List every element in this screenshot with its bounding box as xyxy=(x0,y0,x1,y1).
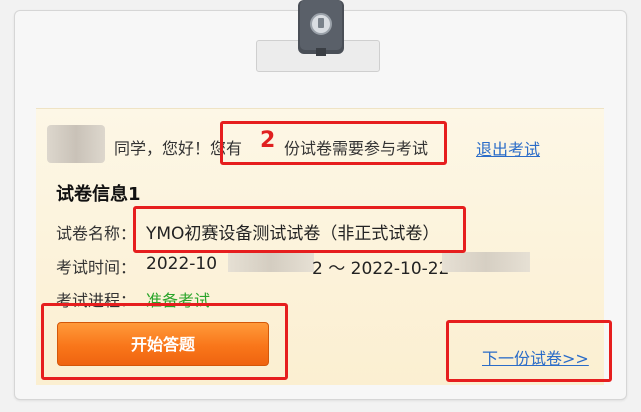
exam-time-start: 2022-10 xyxy=(146,254,218,274)
paper-name-label: 试卷名称： xyxy=(56,224,137,243)
paper-section-title: 试卷信息1 xyxy=(56,184,141,205)
logout-link[interactable]: 退出考试 xyxy=(476,136,540,160)
exam-time-blurred-start xyxy=(228,252,314,272)
exam-time-end: 2 ～ 2022-10-22 xyxy=(312,259,450,279)
exam-time-label: 考试时间： xyxy=(56,258,137,277)
highlight-start-button xyxy=(41,303,288,380)
highlight-paper-name xyxy=(133,206,466,253)
lock-badge-icon xyxy=(298,0,344,56)
highlight-next-paper xyxy=(446,320,612,382)
exam-time-blurred-end xyxy=(442,252,530,272)
student-name-blurred xyxy=(47,125,105,163)
highlight-paper-count xyxy=(220,121,447,165)
